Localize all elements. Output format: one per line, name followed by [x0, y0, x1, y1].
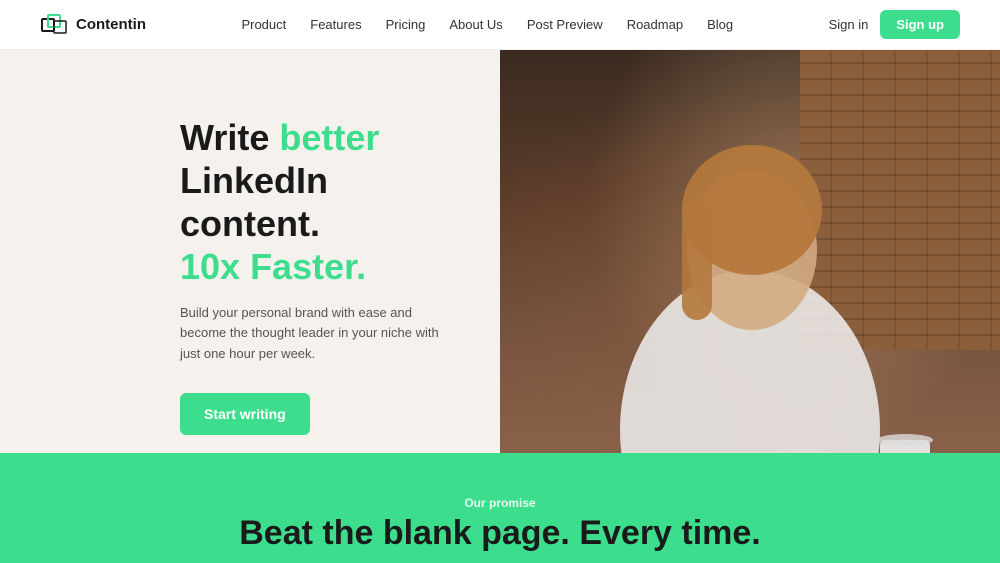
logo-text: Contentin: [76, 16, 146, 33]
heading-green2: 10x Faster.: [180, 246, 366, 287]
signin-link[interactable]: Sign in: [829, 17, 869, 32]
green-strip: Our promise Beat the blank page. Every t…: [0, 453, 1000, 563]
nav-links: Product Features Pricing About Us Post P…: [241, 17, 733, 32]
promise-heading: Beat the blank page. Every time.: [239, 514, 761, 553]
signup-button[interactable]: Sign up: [880, 10, 960, 39]
promise-eyebrow: Our promise: [464, 496, 535, 510]
logo-icon: [40, 11, 68, 39]
nav-pricing[interactable]: Pricing: [386, 17, 426, 32]
nav-post-preview[interactable]: Post Preview: [527, 17, 603, 32]
nav-features[interactable]: Features: [310, 17, 361, 32]
navbar: Contentin Product Features Pricing About…: [0, 0, 1000, 50]
hero-cta-button[interactable]: Start writing: [180, 393, 310, 435]
heading-prefix: Write: [180, 117, 279, 158]
nav-actions: Sign in Sign up: [829, 10, 960, 39]
page-wrapper: Contentin Product Features Pricing About…: [0, 0, 1000, 563]
nav-roadmap[interactable]: Roadmap: [627, 17, 683, 32]
heading-green1: better: [279, 117, 379, 158]
hero-heading: Write better LinkedIn content. 10x Faste…: [180, 116, 440, 289]
hero-subtext: Build your personal brand with ease and …: [180, 303, 440, 365]
logo-link[interactable]: Contentin: [40, 11, 146, 39]
nav-about[interactable]: About Us: [449, 17, 502, 32]
nav-blog[interactable]: Blog: [707, 17, 733, 32]
nav-product[interactable]: Product: [241, 17, 286, 32]
heading-suffix: LinkedIn content.: [180, 160, 328, 244]
